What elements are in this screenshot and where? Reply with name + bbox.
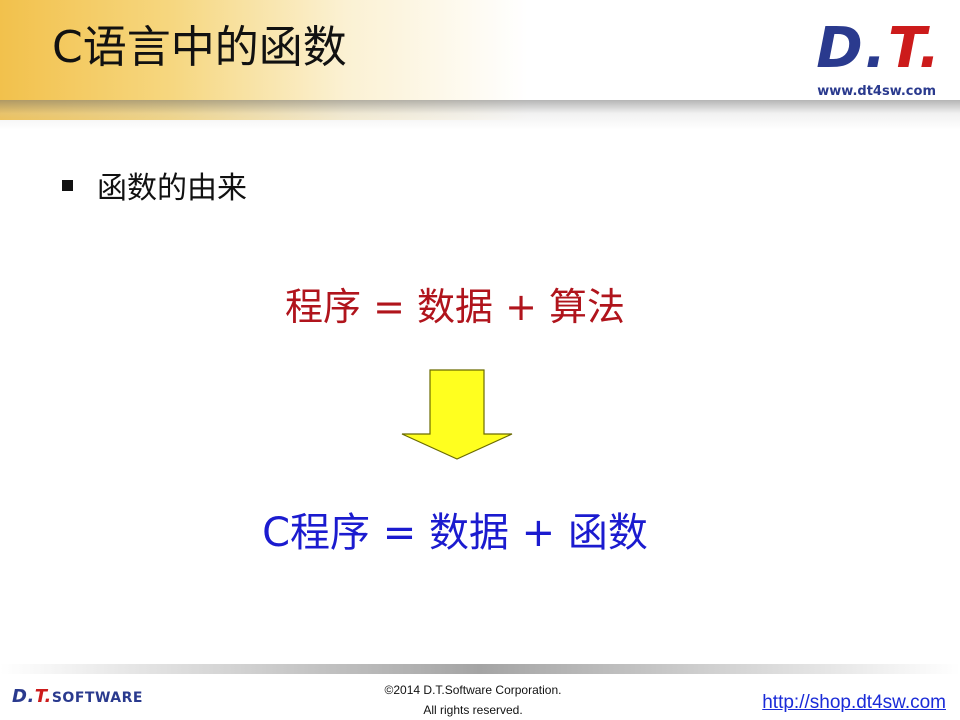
logo-url: www.dt4sw.com xyxy=(817,84,936,99)
slide-title: C语言中的函数 xyxy=(52,22,347,73)
bullet-item: 函数的由来 xyxy=(62,165,247,206)
footer-divider xyxy=(0,664,960,674)
logo-dt: D. xyxy=(816,16,889,81)
bullet-text: 函数的由来 xyxy=(97,171,247,206)
formula-c-program: C程序 = 数据 + 函数 xyxy=(262,510,648,556)
formula-program: 程序 = 数据 + 算法 xyxy=(285,285,625,329)
dt-logo-mark: D.T. xyxy=(816,16,942,82)
dt-logo: D.T. www.dt4sw.com xyxy=(786,16,946,106)
down-arrow-icon xyxy=(401,369,513,460)
shop-link[interactable]: http://shop.dt4sw.com xyxy=(762,692,946,714)
logo-t: T. xyxy=(888,16,942,81)
bullet-square-icon xyxy=(62,179,73,191)
